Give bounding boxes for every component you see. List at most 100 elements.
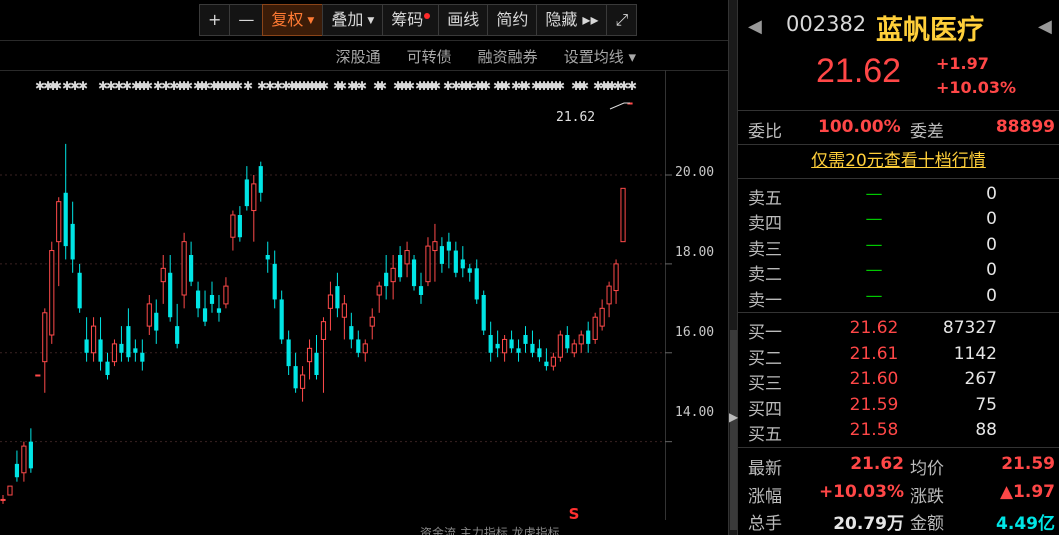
stat-label: 总手 — [748, 514, 782, 534]
candle-body — [613, 263, 619, 292]
candlestick-chart[interactable]: ✱✱✱✱ ✱✱✱ ✱✱✱✱✱✱✱✱ ✱✱✱✱✱✱ ✱✱✱✱✱✱✱✱✱✱ ✱ ✱✱✱✱✱✱✱✱… — [0, 0, 728, 535]
adjust-rights-button[interactable]: 复权 ▼ — [262, 4, 324, 36]
candle-body — [384, 272, 389, 287]
fullscreen-button[interactable]: ⤢ — [606, 4, 638, 36]
bid-level-4[interactable]: 买四 21.59 75 — [738, 393, 1059, 420]
hide-button[interactable]: 隐藏 ▸▸ — [536, 4, 608, 36]
candle-body — [272, 263, 277, 300]
scrollbar-thumb[interactable] — [730, 330, 737, 530]
zoom-out-button[interactable]: — — [229, 4, 264, 36]
candle-body — [84, 339, 89, 353]
candle-body — [606, 285, 612, 305]
level-price: 21.60 — [849, 369, 899, 390]
chip-distribution-button[interactable]: 筹码 — [382, 4, 440, 36]
candle-body — [223, 285, 229, 305]
level2-promo-link[interactable]: 仅需20元查看十档行情 — [738, 146, 1059, 176]
toolbar-button-label: + — [208, 10, 222, 29]
candle-body — [460, 259, 465, 269]
toolbar-button-label: 复权 — [271, 10, 304, 29]
event-marker-icon: ✱ — [78, 79, 88, 93]
stat-value: ▲1.97 — [999, 481, 1055, 502]
candle-body — [425, 245, 431, 283]
level-price: — — [865, 184, 883, 204]
candle-body — [467, 268, 472, 273]
candle-body — [474, 268, 479, 300]
draw-line-button[interactable]: 画线 — [438, 4, 489, 36]
candle-body — [146, 303, 152, 327]
candle-body — [35, 374, 41, 377]
bid-level-1[interactable]: 买一 21.62 87327 — [738, 316, 1059, 343]
candle-body — [453, 250, 458, 273]
candle-body — [369, 316, 375, 327]
candle-body — [181, 241, 187, 296]
candle-body — [202, 308, 208, 322]
overlay-button[interactable]: 叠加 ▼ — [322, 4, 384, 36]
stat-value: 4.49亿 — [996, 514, 1055, 534]
toolbar-button-label: ⤢ — [615, 10, 629, 29]
set-moving-average-dropdown[interactable]: 设置均线 ▾ — [564, 46, 636, 67]
candle-body — [620, 187, 626, 243]
ask-level-3[interactable]: 卖三 — 0 — [738, 233, 1059, 260]
collapse-arrow-icon[interactable]: ▶ — [729, 410, 738, 424]
prev-stock-icon[interactable]: ◀ — [748, 16, 762, 37]
level-volume: 88 — [975, 420, 997, 441]
ask-level-1[interactable]: 卖五 — 0 — [738, 182, 1059, 209]
caret-down-icon: ▼ — [367, 15, 375, 26]
margin-trading-link[interactable]: 融资融券 — [478, 46, 538, 67]
candle-body — [119, 343, 124, 353]
level-label: 卖五 — [748, 189, 782, 209]
stat-value: +10.03% — [818, 481, 904, 502]
candle-body — [356, 339, 361, 353]
next-stock-icon[interactable]: ◀ — [1038, 16, 1052, 37]
level-volume: 0 — [986, 285, 997, 306]
simple-mode-button[interactable]: 简约 — [487, 4, 538, 36]
event-marker-icon: ✱ — [431, 79, 441, 93]
y-axis-label: 14.00 — [675, 405, 715, 420]
candle-body — [286, 339, 291, 367]
candle-body — [565, 335, 570, 349]
panel-splitter[interactable]: ▶ — [728, 0, 738, 535]
ask-level-4[interactable]: 卖二 — 0 — [738, 258, 1059, 285]
candle-body — [376, 285, 382, 296]
shenguotong-link[interactable]: 深股通 — [336, 46, 381, 67]
candle-body — [237, 215, 242, 238]
price-change-percent: +10.03% — [936, 78, 1017, 97]
level-price: 21.61 — [849, 343, 899, 364]
indicator-tabs-strip[interactable]: 资金流 主力指标 龙虎指标 — [420, 524, 560, 535]
zoom-in-button[interactable]: + — [199, 4, 231, 36]
candle-body — [404, 250, 410, 265]
candle-body — [314, 352, 319, 375]
candle-body — [398, 255, 403, 278]
level-label: 买一 — [748, 323, 782, 343]
candle-body — [265, 255, 270, 260]
event-marker-icon: ✱ — [555, 79, 565, 93]
candle-body — [56, 201, 62, 243]
candle-body — [362, 343, 368, 354]
weicha-label: 委差 — [910, 122, 944, 142]
kline-chart-panel[interactable]: ✱ ✱ ✱ ✱ ✱ ✱ ✱ ✱ ✱ ✱ ✱ ✱ ✱ ✱ ✱ ✱ ✱ ✱ ✱ ✱ ✱ ✱ ✱ ✱ ✱ ✱ ✱ ✱ ✱ ✱ ✱ ✱ ✱ ✱ ✱ ✱ ✱ ✱ ✱ ✱… — [0, 0, 728, 535]
candle-body — [251, 183, 257, 212]
level-price: — — [865, 209, 883, 230]
candle-body — [341, 303, 347, 318]
bid-level-5[interactable]: 买五 21.58 88 — [738, 418, 1059, 445]
candle-body — [516, 348, 521, 353]
event-marker-icon: ✱ — [627, 79, 637, 93]
y-axis-label: 18.00 — [675, 245, 715, 260]
notification-dot-icon — [424, 13, 431, 19]
bid-level-2[interactable]: 买二 21.61 1142 — [738, 342, 1059, 369]
bid-level-3[interactable]: 买三 21.60 267 — [738, 367, 1059, 394]
stat-value: 21.62 — [850, 454, 904, 474]
convertible-bond-link[interactable]: 可转债 — [407, 46, 452, 67]
ask-level-5[interactable]: 卖一 — 0 — [738, 284, 1059, 311]
stat-label: 涨跌 — [910, 486, 944, 507]
ask-level-2[interactable]: 卖四 — 0 — [738, 207, 1059, 234]
chart-toolbar: + — 复权 ▼ 叠加 ▼ 筹码 画线 简约 隐藏 ▸▸ ⤢ — [199, 4, 638, 38]
candle-body — [258, 166, 263, 193]
candle-body — [168, 272, 173, 318]
event-marker-icon: ✱ — [233, 79, 243, 93]
y-axis-line — [665, 70, 666, 520]
candle-body — [571, 343, 577, 354]
candle-body — [299, 374, 306, 389]
stat-label: 最新 — [748, 459, 782, 479]
candle-body — [0, 498, 6, 501]
